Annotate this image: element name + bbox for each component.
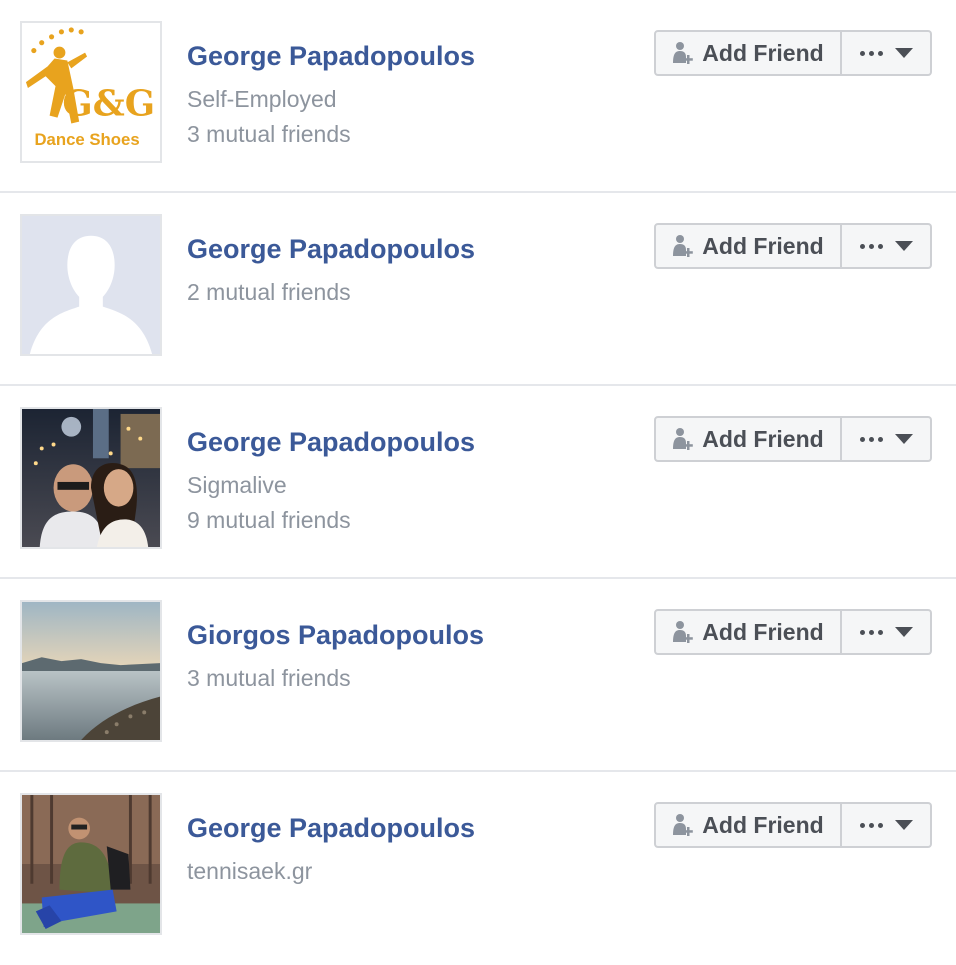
friend-suggestion-row: George Papadopoulos 2 mutual friends Add…	[0, 193, 956, 386]
friend-actions: Add Friend	[654, 223, 932, 269]
more-options-button[interactable]	[842, 802, 932, 848]
add-friend-icon	[673, 428, 694, 450]
friend-suggestion-row: Giorgos Papadopoulos 3 mutual friends Ad…	[0, 579, 956, 772]
chevron-down-icon	[894, 820, 913, 830]
profile-name-link[interactable]: Giorgos Papadopoulos	[187, 617, 484, 653]
add-friend-label: Add Friend	[702, 618, 824, 645]
add-friend-button[interactable]: Add Friend	[654, 802, 842, 848]
profile-picture-photo[interactable]	[20, 407, 162, 549]
more-options-button[interactable]	[842, 416, 932, 462]
more-options-button[interactable]	[842, 609, 932, 655]
add-friend-button[interactable]: Add Friend	[654, 609, 842, 655]
add-friend-icon	[673, 42, 694, 64]
chevron-down-icon	[894, 48, 913, 58]
friend-actions: Add Friend	[654, 802, 932, 848]
add-friend-icon	[673, 235, 694, 257]
logo-text-dance-shoes: Dance Shoes	[34, 130, 139, 149]
add-friend-icon	[673, 621, 694, 643]
more-dots-icon	[859, 436, 883, 442]
more-dots-icon	[859, 50, 883, 56]
add-friend-button[interactable]: Add Friend	[654, 416, 842, 462]
profile-detail-website: tennisaek.gr	[187, 858, 313, 884]
add-friend-label: Add Friend	[702, 232, 824, 259]
man-sitting-outdoors-image	[22, 795, 160, 933]
add-friend-label: Add Friend	[702, 425, 824, 452]
profile-detail-work: Self-Employed	[187, 86, 337, 112]
more-options-button[interactable]	[842, 30, 932, 76]
friend-suggestion-row: G&G Dance Shoes George Papadopoulos Self…	[0, 0, 956, 193]
friend-suggestion-row: George Papadopoulos Sigmalive 9 mutual f…	[0, 386, 956, 579]
chevron-down-icon	[894, 241, 913, 251]
profile-name-link[interactable]: George Papadopoulos	[187, 810, 475, 846]
more-options-button[interactable]	[842, 223, 932, 269]
chevron-down-icon	[894, 434, 913, 444]
add-friend-label: Add Friend	[702, 39, 824, 66]
lake-landscape-image	[22, 602, 160, 740]
mutual-friends-count[interactable]: 9 mutual friends	[187, 503, 475, 538]
logo-text-gg: G&G	[62, 84, 155, 125]
gg-dance-shoes-logo: G&G Dance Shoes	[22, 23, 160, 161]
profile-picture-default[interactable]	[20, 214, 162, 356]
default-silhouette-icon	[22, 216, 160, 354]
couple-photo-image	[22, 409, 160, 547]
more-dots-icon	[859, 822, 883, 828]
add-friend-button[interactable]: Add Friend	[654, 223, 842, 269]
friend-actions: Add Friend	[654, 609, 932, 655]
profile-name-link[interactable]: George Papadopoulos	[187, 38, 475, 74]
profile-name-link[interactable]: George Papadopoulos	[187, 424, 475, 460]
more-dots-icon	[859, 243, 883, 249]
mutual-friends-count[interactable]: 2 mutual friends	[187, 275, 475, 310]
mutual-friends-count[interactable]: 3 mutual friends	[187, 661, 484, 696]
add-friend-label: Add Friend	[702, 811, 824, 838]
profile-picture-photo[interactable]	[20, 600, 162, 742]
profile-picture-photo[interactable]	[20, 793, 162, 935]
profile-picture-gg-logo[interactable]: G&G Dance Shoes	[20, 21, 162, 163]
chevron-down-icon	[894, 627, 913, 637]
profile-detail-work: Sigmalive	[187, 472, 287, 498]
friend-suggestion-row: George Papadopoulos tennisaek.gr Add Fri…	[0, 772, 956, 965]
more-dots-icon	[859, 629, 883, 635]
friend-actions: Add Friend	[654, 30, 932, 76]
add-friend-icon	[673, 814, 694, 836]
mutual-friends-count[interactable]: 3 mutual friends	[187, 117, 475, 152]
add-friend-button[interactable]: Add Friend	[654, 30, 842, 76]
profile-name-link[interactable]: George Papadopoulos	[187, 231, 475, 267]
friend-suggestion-list: G&G Dance Shoes George Papadopoulos Self…	[0, 0, 956, 965]
friend-actions: Add Friend	[654, 416, 932, 462]
